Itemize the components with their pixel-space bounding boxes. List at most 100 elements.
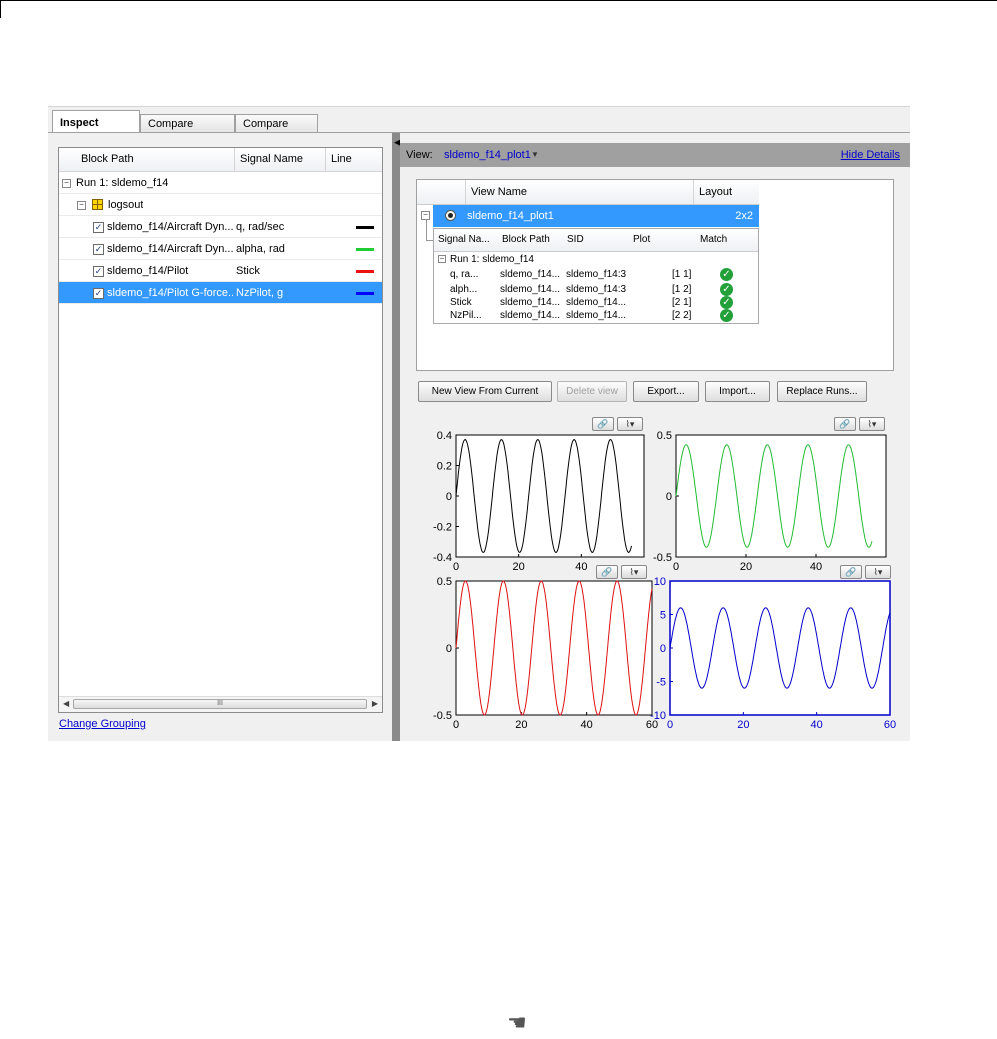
import-button[interactable]: Import... xyxy=(705,381,770,402)
column-header-block-path[interactable]: Block Path xyxy=(502,229,550,251)
group-grid-icon xyxy=(92,199,103,210)
view-row-selected[interactable]: sldemo_f14_plot1 2x2 xyxy=(433,205,759,227)
x-tick-label: 40 xyxy=(581,719,593,731)
x-tick-label: 20 xyxy=(737,719,749,731)
tab-compare-signals[interactable]: Compare Signals xyxy=(140,114,235,148)
column-header-signal-name[interactable]: Signal Name xyxy=(240,148,303,171)
signal-row[interactable]: ✓ sldemo_f14/Aircraft Dyn... alpha, rad xyxy=(59,238,382,260)
signal-checkbox[interactable]: ✓ xyxy=(93,244,104,255)
column-header-view-name[interactable]: View Name xyxy=(471,180,527,203)
x-tick-label: 40 xyxy=(810,561,822,573)
y-tick-label: -0.4 xyxy=(433,552,452,564)
block-path: sldemo_f14... xyxy=(500,269,561,280)
x-tick-label: 20 xyxy=(513,561,525,573)
change-grouping-link[interactable]: Change Grouping xyxy=(59,718,146,730)
signal-map-row[interactable]: q, ra... sldemo_f14... sldemo_f14:3 [1 1… xyxy=(434,267,758,282)
signal-plots[interactable]: -0.4-0.200.20.40 20 40-0.500.50 20 40-0.500.… xyxy=(414,411,898,741)
y-tick-label: -5 xyxy=(656,677,666,689)
tab-compare-runs[interactable]: Compare Runs xyxy=(235,114,318,148)
y-tick-label: 10 xyxy=(654,576,666,588)
line-color-swatch[interactable] xyxy=(356,248,374,251)
signal-checkbox[interactable]: ✓ xyxy=(93,266,104,277)
line-color-swatch[interactable] xyxy=(356,292,374,295)
column-divider xyxy=(234,148,235,171)
signal-plot-map-table: Signal Na... Block Path SID Plot Match −… xyxy=(433,228,759,324)
signal-checkbox[interactable]: ✓ xyxy=(93,288,104,299)
y-tick-label: 0 xyxy=(660,643,666,655)
column-header-signal[interactable]: Signal Na... xyxy=(438,229,490,251)
y-tick-label: 0.4 xyxy=(437,430,452,442)
collapse-icon[interactable]: − xyxy=(421,211,430,220)
y-tick-label: 5 xyxy=(660,610,666,622)
signal-tree-header: Block Path Signal Name Line xyxy=(59,148,382,172)
scroll-left-icon[interactable]: ◀ xyxy=(63,699,69,708)
plot-axes-frame[interactable] xyxy=(455,580,653,716)
signal-block-path: sldemo_f14/Pilot xyxy=(107,265,189,277)
signal-name: q, rad/sec xyxy=(236,221,285,233)
plot-axes-frame[interactable] xyxy=(675,434,887,558)
plot-1[interactable]: -0.4 -0.2 0 0.2 0.4 0 20 40 xyxy=(433,430,645,573)
plot-panel: View: sldemo_f14_plot1 ▼ Hide Details Vi… xyxy=(400,133,910,741)
panel-splitter[interactable] xyxy=(392,133,400,741)
tree-connector xyxy=(426,240,433,241)
tree-row-group[interactable]: − logsout xyxy=(59,194,382,216)
plot-4[interactable]: -10 -5 0 5 10 0 20 40 60 xyxy=(650,576,896,731)
plot-axes-frame[interactable] xyxy=(455,434,645,558)
x-tick-label: 0 xyxy=(673,561,679,573)
x-tick-label: 20 xyxy=(515,719,527,731)
signal-checkbox[interactable]: ✓ xyxy=(93,222,104,233)
plot-3[interactable]: -0.500.50 20 40 60 xyxy=(433,576,658,731)
view-name-dropdown[interactable]: sldemo_f14_plot1 xyxy=(444,143,531,167)
y-tick-label: -0.5 xyxy=(653,552,672,564)
hide-details-link[interactable]: Hide Details xyxy=(841,143,900,167)
signal-tree-table: Block Path Signal Name Line − Run 1: sld… xyxy=(58,147,383,713)
x-tick-label: 40 xyxy=(575,561,587,573)
export-button[interactable]: Export... xyxy=(633,381,699,402)
plot-2[interactable]: -0.500.50 20 40 xyxy=(653,430,887,573)
view-radio-button[interactable] xyxy=(445,210,456,221)
column-divider xyxy=(465,180,466,204)
signal-map-row[interactable]: NzPil... sldemo_f14... sldemo_f14... [2 … xyxy=(434,308,758,323)
view-details-header: View Name Layout xyxy=(417,180,759,205)
column-header-match[interactable]: Match xyxy=(700,229,727,251)
line-color-swatch[interactable] xyxy=(356,270,374,273)
tab-inspect-signals[interactable]: Inspect Signals xyxy=(52,110,140,153)
x-tick-label: 20 xyxy=(740,561,752,573)
tree-connector xyxy=(426,220,427,240)
signal-row[interactable]: ✓ sldemo_f14/Aircraft Dyn... q, rad/sec xyxy=(59,216,382,238)
collapse-icon[interactable]: − xyxy=(438,255,446,263)
view-row-name: sldemo_f14_plot1 xyxy=(467,210,554,222)
signal-browser-panel: Block Path Signal Name Line − Run 1: sld… xyxy=(48,133,392,741)
run-row[interactable]: − Run 1: sldemo_f14 xyxy=(434,252,758,267)
signal-row[interactable]: ✓ sldemo_f14/Pilot Stick xyxy=(59,260,382,282)
column-header-plot[interactable]: Plot xyxy=(633,229,650,251)
match-check-icon: ✓ xyxy=(720,268,733,281)
dropdown-caret-icon[interactable]: ▼ xyxy=(531,143,539,167)
x-tick-label: 0 xyxy=(453,719,459,731)
run-label: Run 1: sldemo_f14 xyxy=(76,177,169,189)
plot-axes-frame[interactable] xyxy=(669,580,891,716)
tab-strip: Inspect Signals Compare Signals Compare … xyxy=(48,106,910,153)
horizontal-scrollbar[interactable]: ◀ III ▶ xyxy=(59,696,382,712)
replace-runs-button[interactable]: Replace Runs... xyxy=(777,381,867,402)
signal-row-selected[interactable]: ✓ sldemo_f14/Pilot G-force... NzPilot, g xyxy=(59,282,382,304)
delete-view-button[interactable]: Delete view xyxy=(557,381,627,402)
y-tick-label: 0.2 xyxy=(437,461,452,473)
plot-position: [1 1] xyxy=(672,269,692,280)
column-header-sid[interactable]: SID xyxy=(567,229,584,251)
x-tick-label: 40 xyxy=(811,719,823,731)
column-header-block-path[interactable]: Block Path xyxy=(81,148,134,171)
collapse-icon[interactable]: − xyxy=(62,179,71,188)
view-label: View: xyxy=(406,149,433,161)
scrollbar-thumb[interactable]: III xyxy=(73,699,367,709)
column-header-layout[interactable]: Layout xyxy=(699,180,732,203)
column-header-line[interactable]: Line xyxy=(331,148,352,171)
line-color-swatch[interactable] xyxy=(356,226,374,229)
hand-cursor-icon: ☚ xyxy=(507,1010,527,1035)
match-check-icon: ✓ xyxy=(720,309,733,322)
tree-row-run[interactable]: − Run 1: sldemo_f14 xyxy=(59,172,382,194)
collapse-icon[interactable]: − xyxy=(77,201,86,210)
scroll-right-icon[interactable]: ▶ xyxy=(372,699,378,708)
group-label: logsout xyxy=(108,199,144,211)
new-view-from-current-button[interactable]: New View From Current xyxy=(418,381,552,402)
